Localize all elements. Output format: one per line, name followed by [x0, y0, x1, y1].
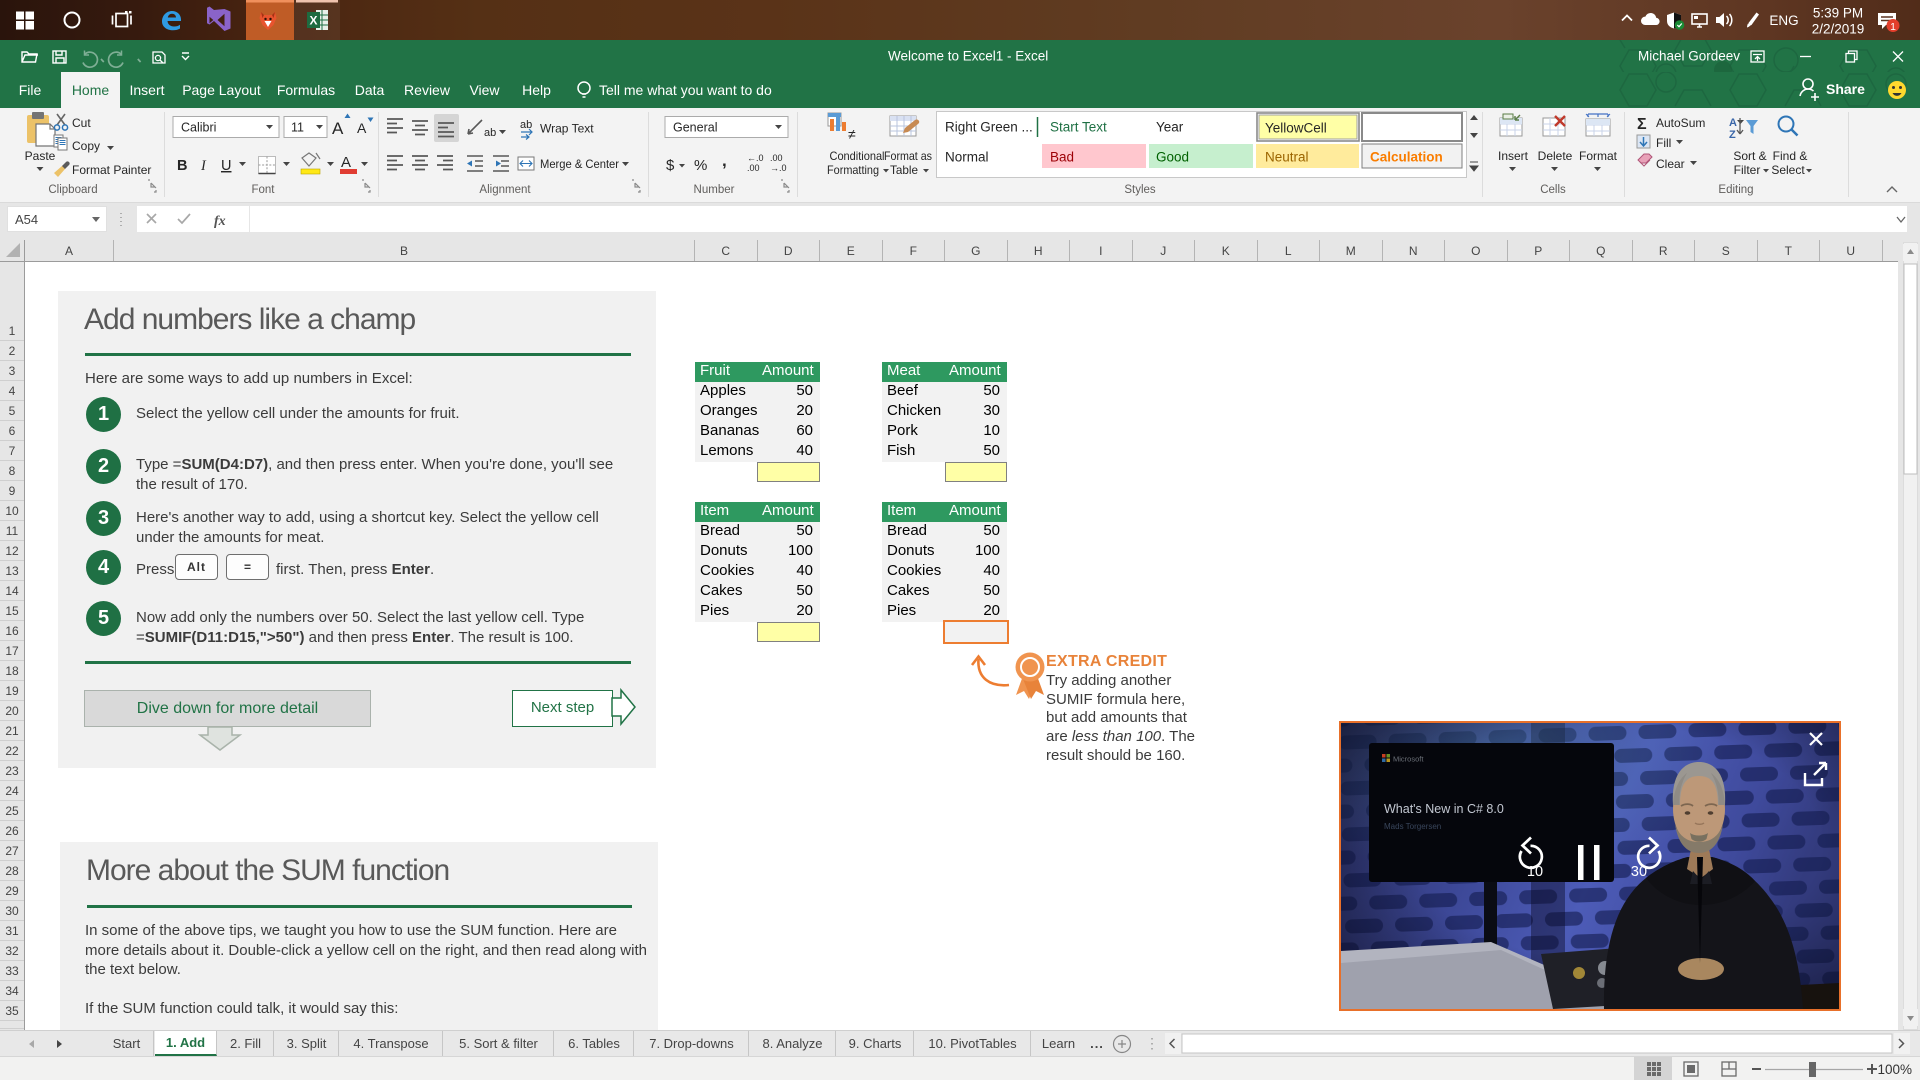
svg-text:B: B	[177, 158, 187, 174]
svg-text:Z: Z	[1729, 129, 1736, 141]
svg-text:Σ: Σ	[1637, 116, 1647, 133]
svg-text:Formatting: Formatting	[827, 163, 879, 177]
svg-text:fx: fx	[214, 214, 226, 229]
svg-text:Welcome to Excel1 - Excel: Welcome to Excel1 - Excel	[888, 49, 1048, 64]
svg-text:Format: Format	[1579, 149, 1618, 163]
svg-text:Bad: Bad	[1050, 150, 1074, 165]
svg-text:Editing: Editing	[1718, 184, 1753, 196]
svg-text:100%: 100%	[1877, 1062, 1912, 1077]
svg-text:Table: Table	[890, 163, 918, 177]
svg-text:Fill: Fill	[1656, 136, 1671, 150]
svg-text:.00: .00	[747, 163, 760, 173]
svg-text:5:39 PM: 5:39 PM	[1813, 6, 1863, 21]
svg-text:Alignment: Alignment	[479, 184, 531, 196]
svg-text:Find &: Find &	[1773, 149, 1808, 163]
svg-text:Right Green ...: Right Green ...	[945, 120, 1033, 135]
svg-text:Normal: Normal	[945, 150, 989, 165]
svg-text:Share: Share	[1826, 81, 1865, 97]
svg-text:Calculation: Calculation	[1370, 150, 1443, 165]
svg-text:ENG: ENG	[1769, 13, 1798, 28]
svg-text:Format Painter: Format Painter	[72, 163, 151, 177]
svg-text:A: A	[332, 119, 344, 138]
svg-text:General: General	[673, 121, 717, 135]
svg-text:A: A	[357, 120, 367, 136]
svg-text:Good: Good	[1156, 150, 1189, 165]
svg-text:Michael Gordeev: Michael Gordeev	[1638, 49, 1740, 64]
svg-text:Calibri: Calibri	[181, 121, 216, 135]
svg-text:What's New in C# 8.0: What's New in C# 8.0	[1384, 802, 1504, 816]
svg-text:Copy: Copy	[72, 139, 100, 153]
svg-text:X: X	[309, 14, 317, 28]
svg-text:Select: Select	[1771, 163, 1805, 177]
svg-text:Cut: Cut	[72, 116, 91, 130]
svg-text:Year: Year	[1156, 120, 1184, 135]
svg-text:Insert: Insert	[1498, 149, 1529, 163]
svg-text:ab: ab	[520, 119, 532, 131]
svg-text:Cells: Cells	[1540, 184, 1566, 196]
svg-text:$: $	[666, 157, 675, 174]
svg-text:Wrap Text: Wrap Text	[540, 122, 594, 136]
svg-text:10: 10	[1527, 864, 1543, 880]
svg-text:Paste: Paste	[25, 149, 56, 163]
svg-text:AutoSum: AutoSum	[1656, 116, 1705, 130]
svg-text:A: A	[341, 154, 351, 171]
svg-text:1: 1	[1890, 21, 1896, 33]
svg-text:30: 30	[1631, 864, 1647, 880]
svg-text:Start Text: Start Text	[1050, 120, 1107, 135]
svg-text:%: %	[694, 157, 707, 174]
svg-text:Styles: Styles	[1124, 184, 1156, 196]
svg-text:Font: Font	[251, 184, 275, 196]
svg-text:YellowCell: YellowCell	[1265, 121, 1327, 136]
svg-text:Mads Torgersen: Mads Torgersen	[1384, 822, 1441, 831]
svg-text:→.0: →.0	[770, 163, 787, 173]
svg-text:≠: ≠	[848, 126, 856, 142]
svg-text:A: A	[1729, 117, 1737, 129]
svg-text:←.0: ←.0	[747, 153, 764, 163]
svg-text:Sort &: Sort &	[1733, 149, 1766, 163]
svg-text:Number: Number	[694, 184, 735, 196]
svg-text:Clipboard: Clipboard	[48, 184, 97, 196]
svg-text:Format as: Format as	[884, 149, 932, 163]
svg-text:ab: ab	[484, 127, 496, 139]
svg-text:Clear: Clear	[1656, 157, 1685, 171]
svg-text:Neutral: Neutral	[1265, 150, 1309, 165]
svg-text:Merge & Center: Merge & Center	[540, 157, 619, 171]
svg-text:Filter: Filter	[1734, 163, 1761, 177]
svg-text:11: 11	[291, 121, 304, 135]
svg-text:Conditional: Conditional	[830, 149, 885, 163]
svg-text:Delete: Delete	[1538, 149, 1573, 163]
svg-text:2/2/2019: 2/2/2019	[1812, 22, 1865, 37]
svg-text:,: ,	[722, 151, 727, 170]
svg-text:I: I	[200, 158, 207, 174]
svg-text:U: U	[221, 158, 231, 174]
svg-text:.00: .00	[770, 153, 783, 163]
svg-text:Microsoft: Microsoft	[1393, 755, 1424, 764]
